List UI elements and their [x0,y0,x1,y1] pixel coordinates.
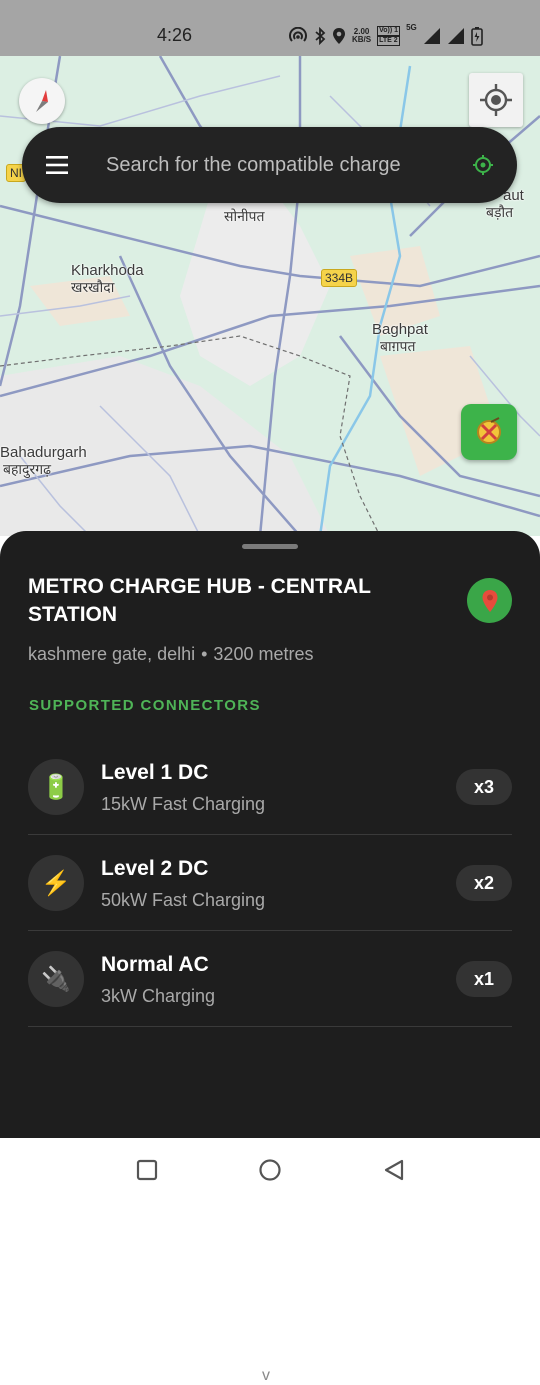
connector-row[interactable]: 🔌 Normal AC 3kW Charging x1 [28,931,512,1027]
network-type: 5G [406,23,417,32]
place-hi: बाग़पत [380,338,416,354]
charger-icon [477,417,501,444]
bluetooth-icon [315,27,326,45]
place-hi: बड़ौत [486,204,514,220]
battery-icon: 🔋 [28,759,84,815]
place-label-kharkhoda: Kharkhoda खरखौदा [71,262,144,296]
chevron-down-icon[interactable]: v [262,1367,270,1385]
connector-desc: 50kW Fast Charging [101,890,266,910]
back-icon[interactable] [382,1158,406,1182]
place-en: Kharkhoda [71,262,144,279]
place-label-aut: aut बड़ौत [486,188,524,221]
connector-count-badge: x2 [456,865,512,901]
battery-icon [470,27,483,46]
connector-name: Level 1 DC [101,761,209,784]
ev-station-fab[interactable] [461,404,517,460]
net-speed: 2.00 KB/S [352,28,371,44]
compass-button[interactable] [19,78,65,124]
lightning-icon: ⚡ [28,855,84,911]
station-meta: kashmere gate, delhi • 3200 metres [28,644,313,665]
map-pin-icon [482,589,497,612]
meta-separator: • [201,644,208,664]
place-label-sonipat: सोनीपत [224,208,264,224]
station-area: kashmere gate, delhi [28,644,196,664]
recent-apps-icon[interactable] [135,1158,159,1182]
plug-icon: 🔌 [28,951,84,1007]
signal-icon-1 [423,28,440,44]
station-name: METRO CHARGE HUB - CENTRAL STATION [28,575,371,626]
section-title: SUPPORTED CONNECTORS [29,697,261,714]
compass-icon [36,90,48,112]
filter-settings-icon[interactable] [472,154,494,176]
connector-desc: 3kW Charging [101,986,216,1006]
lte-bottom: LTE 2 [377,36,401,46]
sheet-drag-handle[interactable] [242,544,298,549]
home-icon[interactable] [258,1158,282,1182]
place-label-baghpat: Baghpat बाग़पत [372,321,428,355]
status-icons: 2.00 KB/S Vo)) 1 LTE 2 5G [288,24,483,48]
status-time: 4:26 [157,25,193,45]
place-label-bahadurgarh: Bahadurgarh बहादुरगढ़ [0,444,87,478]
search-input[interactable] [106,149,436,181]
road-badge-334b: 334B [321,269,358,287]
place-en: Baghpat [372,321,428,338]
status-bar: 4:26 2.00 KB/S Vo)) 1 LTE 2 5G [0,0,540,56]
menu-icon[interactable] [46,155,68,175]
lte-top: Vo)) 1 [377,26,401,36]
navigate-button[interactable] [467,578,512,623]
place-en: Bahadurgarh [0,444,87,461]
signal-icon-2 [447,28,464,44]
connector-name: Level 2 DC [101,857,209,880]
speed-unit: KB/S [352,35,372,44]
search-bar [22,127,517,203]
lte-badge: Vo)) 1 LTE 2 [377,26,401,46]
connector-row[interactable]: 🔋 Level 1 DC 15kW Fast Charging x3 [28,739,512,835]
place-hi: खरखौदा [71,279,115,295]
station-distance: 3200 metres [213,644,314,664]
place-hi: सोनीपत [224,208,265,224]
place-hi: बहादुरगढ़ [3,461,51,477]
hotspot-icon [289,27,307,42]
my-location-button[interactable] [469,73,523,127]
system-nav-bar [0,1138,540,1200]
location-icon [333,28,345,44]
connector-count-badge: x1 [456,961,512,997]
connector-count-badge: x3 [456,769,512,805]
connector-list: 🔋 Level 1 DC 15kW Fast Charging x3 ⚡ Lev… [28,739,512,1027]
connector-name: Normal AC [101,953,209,976]
station-details-sheet: METRO CHARGE HUB - CENTRAL STATION kashm… [0,531,540,1384]
connector-row[interactable]: ⚡ Level 2 DC 50kW Fast Charging x2 [28,835,512,931]
crosshair-icon [480,84,512,116]
connector-desc: 15kW Fast Charging [101,794,266,814]
